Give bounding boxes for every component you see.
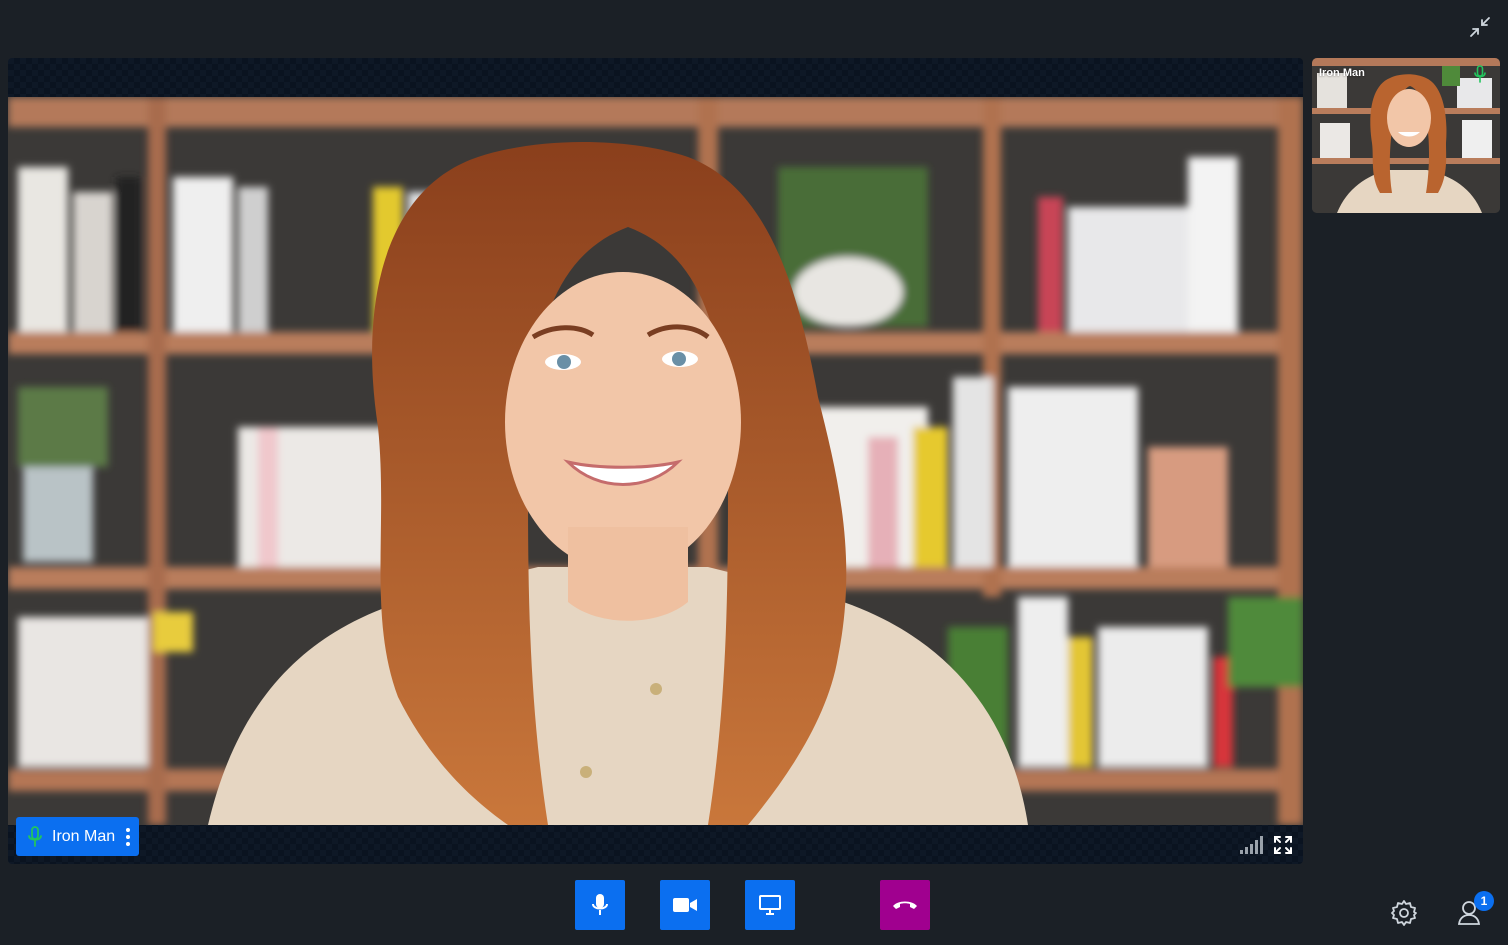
participant-name-tag[interactable]: Iron Man [16,817,139,856]
microphone-icon [28,825,42,847]
fullscreen-icon[interactable] [1273,835,1293,855]
video-camera-icon [673,898,697,912]
microphone-icon [1474,65,1486,83]
main-video-feed [8,97,1303,825]
signal-strength-icon [1240,836,1263,854]
participants-count-badge: 1 [1474,891,1494,911]
screen-share-button[interactable] [745,880,795,930]
kebab-menu-icon[interactable] [121,827,135,846]
camera-button[interactable] [660,880,710,930]
thumbnail-participant-name: Iron Man [1319,67,1365,79]
main-video-tile[interactable]: Iron Man [8,58,1303,864]
participant-name: Iron Man [52,827,116,845]
hang-up-icon [893,901,917,909]
microphone-icon [592,894,608,915]
collapse-icon[interactable] [1467,14,1493,40]
gear-icon[interactable] [1390,899,1418,927]
participant-thumbnail[interactable]: Iron Man [1312,58,1500,213]
mute-button[interactable] [575,880,625,930]
end-call-button[interactable] [880,880,930,930]
thumbnail-video-feed [1312,58,1500,213]
screen-share-icon [759,895,781,915]
